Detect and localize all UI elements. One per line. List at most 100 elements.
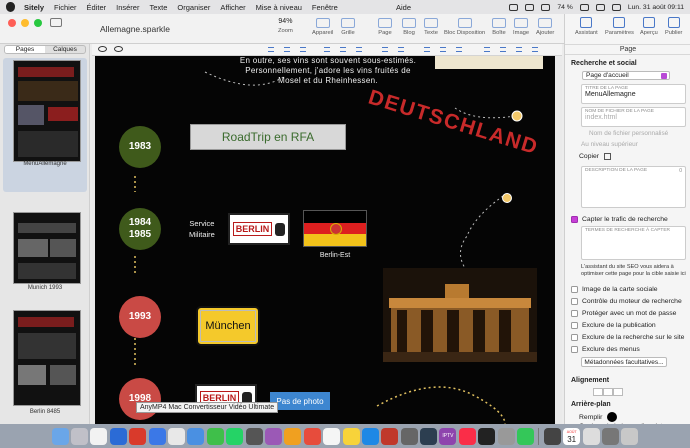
finder-icon[interactable] — [51, 427, 69, 445]
calendar-icon[interactable]: AOÛT 31 — [563, 427, 581, 445]
custom-filename-option[interactable]: Nom de fichier personnalisé — [589, 130, 668, 137]
align-icon[interactable] — [324, 47, 330, 52]
option-exclude-publication[interactable]: Exclure de la publication — [571, 322, 656, 329]
photos-icon[interactable] — [323, 427, 341, 445]
toolbar-appareil[interactable]: Appareil — [312, 18, 333, 36]
minimize-icon[interactable] — [21, 19, 29, 27]
align-icon[interactable] — [268, 47, 274, 52]
capture-search-checkbox[interactable]: Capter le trafic de recherche — [571, 216, 668, 223]
app-icon[interactable] — [400, 427, 418, 445]
battery-percent[interactable]: 74 % — [557, 4, 573, 11]
iptv-icon[interactable]: IPTV — [439, 427, 457, 445]
option-exclude-site-search[interactable]: Exclure de la recherche sur le site — [571, 334, 684, 341]
toolbar-texte[interactable]: Texte — [424, 18, 438, 36]
messages-icon[interactable] — [206, 427, 224, 445]
eye-icon[interactable] — [114, 46, 123, 52]
inspector-apercu[interactable]: Aperçu — [640, 17, 658, 36]
checkbox[interactable] — [571, 310, 578, 317]
eye-icon[interactable] — [98, 46, 107, 52]
option-password[interactable]: Protéger avec un mot de passe — [571, 310, 676, 317]
size-icon[interactable] — [440, 47, 446, 52]
launchpad-icon[interactable] — [71, 427, 89, 445]
zoom-window-icon[interactable] — [34, 19, 42, 27]
tab-calques[interactable]: Calques — [45, 46, 85, 53]
align-icon[interactable] — [300, 47, 306, 52]
brandenburg-gate-photo[interactable] — [383, 268, 537, 362]
align-icon[interactable] — [340, 47, 346, 52]
toolbar-blog[interactable]: Blog — [402, 18, 416, 36]
align-center-icon[interactable] — [603, 388, 613, 396]
size-icon[interactable] — [456, 47, 462, 52]
page-title-field[interactable]: TITRE DE LA PAGE MenuAllemagne — [581, 84, 686, 104]
toolbar-boite[interactable]: Boîte — [492, 18, 506, 36]
align-icon[interactable] — [284, 47, 290, 52]
option-social-card[interactable]: Image de la carte sociale — [571, 286, 658, 293]
menu-fichier[interactable]: Fichier — [54, 3, 77, 12]
app-icon[interactable] — [284, 427, 302, 445]
app-icon[interactable] — [420, 427, 438, 445]
timeline-circle-1984-1985[interactable]: 1984 1985 — [119, 208, 161, 250]
berlin-sign-image[interactable]: BERLIN — [228, 213, 290, 245]
safari-icon[interactable] — [187, 427, 205, 445]
arrange-icon[interactable] — [516, 47, 522, 52]
fill-color-swatch[interactable] — [607, 412, 618, 422]
app-icon[interactable] — [245, 427, 263, 445]
pas-de-photo-button[interactable]: Pas de photo — [270, 392, 330, 410]
toolbar-ajouter[interactable]: Ajouter — [536, 18, 554, 36]
inspector-parametres[interactable]: Paramètres — [605, 17, 634, 36]
page-thumbnail-munich-1993[interactable] — [13, 212, 81, 284]
app-icon[interactable] — [90, 427, 108, 445]
settings-icon[interactable] — [497, 427, 515, 445]
align-right-icon[interactable] — [613, 388, 623, 396]
app-icon[interactable] — [582, 427, 600, 445]
app-icon[interactable] — [543, 427, 561, 445]
checkbox[interactable] — [571, 286, 578, 293]
control-center-icon[interactable] — [611, 3, 621, 11]
page-filename-field[interactable]: NOM DE FICHIER DE LA PAGE index.html — [581, 107, 686, 127]
sidebar-toggle-icon[interactable] — [50, 18, 62, 27]
option-search-engine[interactable]: Contrôle du moteur de recherche — [571, 298, 682, 305]
filezilla-icon[interactable] — [129, 427, 147, 445]
trash-icon[interactable] — [621, 427, 639, 445]
app-icon[interactable] — [109, 427, 127, 445]
option-exclude-menus[interactable]: Exclure des menus — [571, 346, 640, 353]
clock[interactable]: Lun. 31 août 09:11 — [628, 4, 684, 11]
menu-organiser[interactable]: Organiser — [177, 3, 210, 12]
size-icon[interactable] — [424, 47, 430, 52]
menu-editer[interactable]: Éditer — [87, 3, 107, 12]
arrange-icon[interactable] — [500, 47, 506, 52]
distribute-icon[interactable] — [382, 47, 388, 52]
inspector-publier[interactable]: Publier — [665, 17, 682, 36]
music-icon[interactable] — [458, 427, 476, 445]
zoom-control[interactable]: 94% Zoom — [278, 18, 293, 34]
menu-aide[interactable]: Aide — [396, 3, 411, 12]
app-icon[interactable] — [361, 427, 379, 445]
metadata-button[interactable]: Métadonnées facultatives... — [581, 357, 667, 367]
checkbox[interactable] — [571, 334, 578, 341]
qr-code-icon[interactable] — [604, 153, 612, 160]
page-thumbnail-menuallemagne[interactable] — [13, 60, 81, 162]
timeline-circle-1998[interactable]: 1998 — [119, 378, 161, 420]
app-icon[interactable] — [601, 427, 619, 445]
app-icon[interactable] — [303, 427, 321, 445]
toolbar-bloc-disposition[interactable]: Bloc Disposition — [444, 18, 485, 36]
align-left-icon[interactable] — [593, 388, 603, 396]
toolbar-page[interactable]: Page — [378, 18, 392, 36]
notes-icon[interactable] — [342, 427, 360, 445]
status-icon[interactable] — [509, 3, 519, 11]
distribute-icon[interactable] — [398, 47, 404, 52]
menu-texte[interactable]: Texte — [149, 3, 167, 12]
toolbar-grille[interactable]: Grille — [341, 18, 355, 36]
menu-app-name[interactable]: Sitely — [24, 3, 44, 12]
menu-mise-a-niveau[interactable]: Mise à niveau — [256, 3, 302, 12]
app-icon[interactable] — [381, 427, 399, 445]
apple-icon[interactable] — [6, 2, 15, 12]
battery-icon[interactable] — [579, 3, 589, 11]
tv-icon[interactable] — [478, 427, 496, 445]
chrome-icon[interactable] — [167, 427, 185, 445]
checkbox[interactable] — [571, 346, 578, 353]
app-icon[interactable] — [148, 427, 166, 445]
parent-level-option[interactable]: Au niveau supérieur — [581, 141, 638, 148]
app-icon[interactable] — [517, 427, 535, 445]
toolbar-image[interactable]: Image — [513, 18, 529, 36]
